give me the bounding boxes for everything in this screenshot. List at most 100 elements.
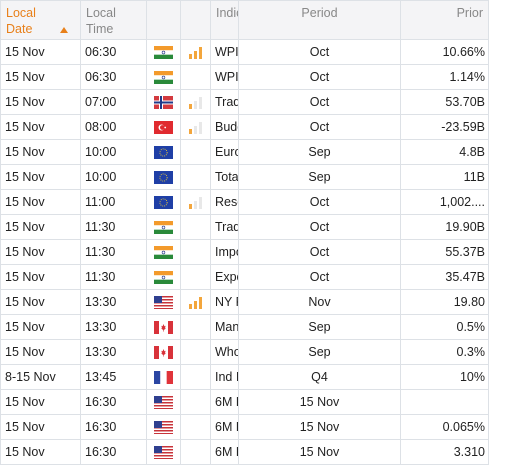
importance-cell (181, 165, 211, 190)
country-cell (147, 290, 181, 315)
date-cell: 15 Nov (1, 165, 81, 190)
india-flag-icon (154, 246, 173, 259)
sort-ascending-icon[interactable] (60, 27, 68, 33)
indicator-name-cell[interactable]: Eurostat Trade NSA, Eur (211, 140, 239, 165)
indicator-name-cell[interactable]: Trade Balance (211, 90, 239, 115)
indicator-name-cell[interactable]: 6M Bill Auc - BTC (211, 440, 239, 465)
date-cell: 15 Nov (1, 215, 81, 240)
country-cell (147, 415, 181, 440)
prior-cell: 35.47B (401, 265, 489, 290)
importance-cell (181, 190, 211, 215)
indicator-name-cell[interactable]: Imports - USD Final (211, 240, 239, 265)
importance-cell (181, 290, 211, 315)
table-row[interactable]: 15 Nov10:00Eurostat Trade NSA, EurSep4.8… (1, 140, 521, 165)
indicator-name-cell[interactable]: 6M Bill Auc - HR (211, 415, 239, 440)
table-row[interactable]: 15 Nov11:00≈Reserve Assets TotalOct1,002… (1, 190, 521, 215)
period-cell: Sep (239, 340, 401, 365)
prior-cell: 19.90B (401, 215, 489, 240)
table-row[interactable]: 15 Nov13:30Wholesale Trade MMSep0.3% (1, 340, 521, 365)
prior-cell: 0.065% (401, 415, 489, 440)
importance-cell (181, 140, 211, 165)
prior-cell: 11B (401, 165, 489, 190)
indicator-name-cell[interactable]: Exports - USD Final (211, 265, 239, 290)
time-cell: 06:30 (81, 65, 147, 90)
low-importance-icon (189, 122, 203, 134)
date-cell: 15 Nov (1, 115, 81, 140)
period-cell: Oct (239, 90, 401, 115)
importance-cell (181, 390, 211, 415)
indicator-name-cell[interactable]: Manufacturing Sales MM (211, 315, 239, 340)
eu-flag-icon (154, 146, 173, 159)
country-cell (147, 65, 181, 90)
prior-cell: 55.37B (401, 240, 489, 265)
usa-flag-icon (154, 296, 173, 309)
date-cell: 15 Nov (1, 240, 81, 265)
time-cell: 06:30 (81, 40, 147, 65)
indicator-name-cell[interactable]: Reserve Assets Total (211, 190, 239, 215)
importance-cell (181, 115, 211, 140)
period-cell: Nov (239, 290, 401, 315)
indicator-name-cell[interactable]: Budget Balance (211, 115, 239, 140)
date-cell: 15 Nov (1, 265, 81, 290)
usa-flag-icon (154, 446, 173, 459)
date-cell: 15 Nov (1, 40, 81, 65)
indicator-name-cell[interactable]: NY Fed Manufacturing (211, 290, 239, 315)
canada-flag-icon (154, 321, 173, 334)
table-row[interactable]: 15 Nov16:30≈6M Bill Auc - HR15 Nov0.065% (1, 415, 521, 440)
period-cell: Oct (239, 40, 401, 65)
country-cell (147, 365, 181, 390)
column-header-indicator[interactable]: Indicator Name (211, 1, 239, 40)
prior-cell (401, 390, 489, 415)
table-row[interactable]: 15 Nov13:30NY Fed ManufacturingNov19.80 (1, 290, 521, 315)
table-row[interactable]: 8-15 Nov13:45Ind Investment (CurYear)Q41… (1, 365, 521, 390)
table-row[interactable]: 15 Nov10:00Total Trade Balance SASep11B (1, 165, 521, 190)
importance-cell (181, 440, 211, 465)
indicator-name-cell[interactable]: Wholesale Trade MM (211, 340, 239, 365)
time-cell: 11:30 (81, 215, 147, 240)
table-row[interactable]: 15 Nov11:30≈Imports - USD FinalOct55.37B (1, 240, 521, 265)
period-cell: Sep (239, 315, 401, 340)
table-row[interactable]: 15 Nov07:00Trade BalanceOct53.70B (1, 90, 521, 115)
date-cell: 15 Nov (1, 390, 81, 415)
period-cell: Oct (239, 240, 401, 265)
prior-cell: -23.59B (401, 115, 489, 140)
country-cell (147, 40, 181, 65)
date-cell: 15 Nov (1, 90, 81, 115)
table-row[interactable]: 15 Nov11:30≈Trade Def Govt -USD FinalOct… (1, 215, 521, 240)
indicator-name-cell[interactable]: Ind Investment (CurYear) (211, 365, 239, 390)
indicator-name-cell[interactable]: Trade Def Govt -USD Final (211, 215, 239, 240)
indicator-name-label: Indicator Name (216, 6, 239, 20)
importance-cell (181, 215, 211, 240)
india-flag-icon (154, 271, 173, 284)
importance-cell (181, 340, 211, 365)
norway-flag-icon (154, 96, 173, 109)
time-cell: 13:30 (81, 340, 147, 365)
table-row[interactable]: 15 Nov16:30≈6M Bill Auc - TA15 Nov (1, 390, 521, 415)
table-row[interactable]: 15 Nov08:00≈Budget BalanceOct-23.59B (1, 115, 521, 140)
importance-cell (181, 240, 211, 265)
high-importance-icon (189, 47, 203, 59)
table-row[interactable]: 15 Nov06:30≈WPI Food IndexOct1.14% (1, 65, 521, 90)
period-cell: 15 Nov (239, 390, 401, 415)
column-header-local-time[interactable]: Local Time (81, 1, 147, 40)
date-cell: 8-15 Nov (1, 365, 81, 390)
table-row[interactable]: 15 Nov16:30≈6M Bill Auc - BTC15 Nov3.310 (1, 440, 521, 465)
indicator-name-cell[interactable]: WPI Food Index (211, 65, 239, 90)
column-header-period[interactable]: Period (239, 1, 401, 40)
column-header-country (147, 1, 181, 40)
low-importance-icon (189, 197, 203, 209)
column-header-local-date[interactable]: Local Date (1, 1, 81, 40)
table-row[interactable]: 15 Nov11:30≈Exports - USD FinalOct35.47B (1, 265, 521, 290)
prior-cell: 4.8B (401, 140, 489, 165)
indicator-name-cell[interactable]: Total Trade Balance SA (211, 165, 239, 190)
table-row[interactable]: 15 Nov06:30≈WPI Inflation YYOct10.66% (1, 40, 521, 65)
table-row[interactable]: 15 Nov13:30Manufacturing Sales MMSep0.5% (1, 315, 521, 340)
time-cell: 16:30 (81, 390, 147, 415)
header-row: Local Date Local Time Indicator Name Per… (1, 1, 521, 40)
time-cell: 08:00 (81, 115, 147, 140)
indicator-name-cell[interactable]: WPI Inflation YY (211, 40, 239, 65)
local-date-label: Local Date (6, 5, 42, 37)
column-header-prior[interactable]: Prior (401, 1, 489, 40)
period-cell: 15 Nov (239, 415, 401, 440)
indicator-name-cell[interactable]: 6M Bill Auc - TA (211, 390, 239, 415)
